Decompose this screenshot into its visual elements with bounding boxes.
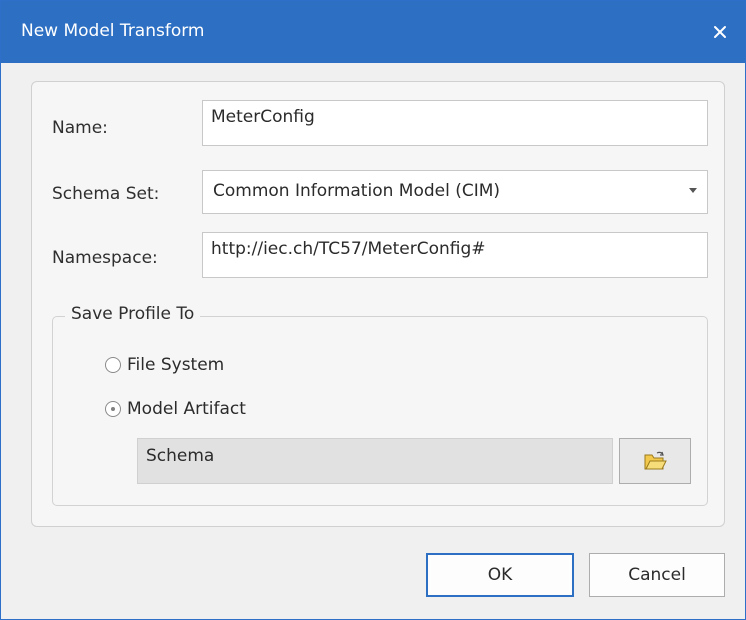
namespace-label: Namespace: bbox=[52, 248, 158, 268]
radio-file-system-label: File System bbox=[127, 355, 225, 375]
browse-button[interactable] bbox=[619, 438, 691, 484]
save-profile-legend: Save Profile To bbox=[65, 304, 201, 324]
schema-set-label: Schema Set: bbox=[52, 184, 160, 204]
radio-button-selected-icon[interactable] bbox=[105, 401, 121, 417]
ok-button[interactable]: OK bbox=[426, 553, 574, 597]
form-panel: Name: MeterConfig Schema Set: Common Inf… bbox=[31, 81, 725, 527]
radio-file-system[interactable]: File System bbox=[105, 355, 224, 375]
cancel-button[interactable]: Cancel bbox=[589, 553, 725, 597]
radio-button-icon[interactable] bbox=[105, 357, 121, 373]
close-icon bbox=[714, 26, 726, 38]
dialog-window: New Model Transform Name: MeterConfig Sc… bbox=[0, 0, 746, 620]
name-input[interactable]: MeterConfig bbox=[202, 100, 708, 146]
save-profile-group: Save Profile To File System Model Artifa… bbox=[52, 304, 708, 506]
close-button[interactable] bbox=[695, 1, 745, 63]
name-label: Name: bbox=[52, 118, 108, 138]
radio-model-artifact-label: Model Artifact bbox=[127, 399, 246, 419]
schema-set-dropdown[interactable]: Common Information Model (CIM) bbox=[202, 170, 708, 214]
title-bar: New Model Transform bbox=[1, 1, 745, 63]
schema-set-value: Common Information Model (CIM) bbox=[213, 181, 501, 201]
namespace-input[interactable]: http://iec.ch/TC57/MeterConfig# bbox=[202, 232, 708, 278]
radio-model-artifact[interactable]: Model Artifact bbox=[105, 399, 246, 419]
folder-open-icon bbox=[644, 451, 667, 470]
window-title: New Model Transform bbox=[21, 21, 205, 41]
chevron-down-icon bbox=[689, 188, 697, 193]
artifact-field: Schema bbox=[137, 438, 613, 484]
